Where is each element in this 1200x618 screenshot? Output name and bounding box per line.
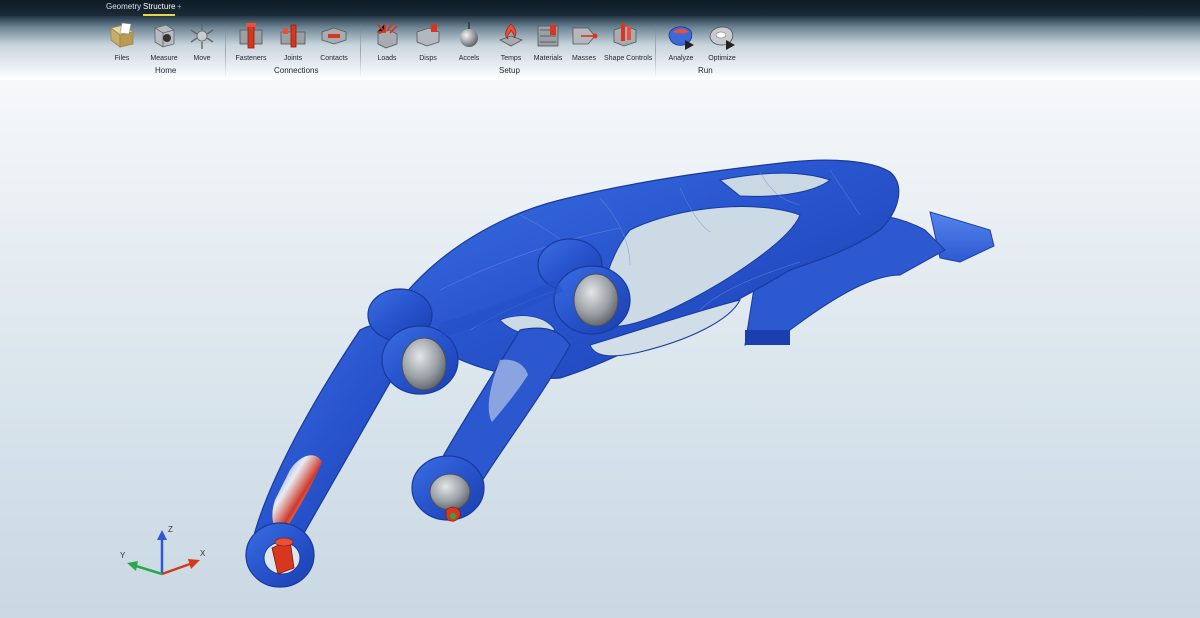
loads-icon	[376, 22, 398, 49]
materials-icon	[537, 25, 559, 47]
joints-label: Joints	[283, 55, 303, 62]
ribbon-separator	[225, 22, 226, 78]
loads-button[interactable]: Loads	[366, 20, 408, 62]
shape-controls-button[interactable]: Shape Controls	[604, 20, 653, 62]
move-button[interactable]: Move	[181, 20, 223, 62]
add-tab-button[interactable]: +	[177, 1, 182, 13]
model-viewport[interactable]: Z X Y	[0, 80, 1200, 618]
axis-triad: Z X Y	[120, 525, 206, 576]
app-window: Geometry Structure + Files Measure Move …	[0, 0, 1200, 618]
connections-group-label: Connections	[274, 66, 319, 75]
move-icon	[190, 23, 214, 49]
measure-icon	[154, 24, 175, 48]
shape-controls-label: Shape Controls	[604, 55, 653, 62]
home-group-label: Home	[155, 66, 177, 75]
fasteners-label: Fasteners	[235, 55, 267, 62]
optimize-icon	[709, 26, 735, 50]
joints-icon	[280, 24, 306, 48]
loads-label: Loads	[377, 55, 397, 62]
analyze-label: Analyze	[668, 55, 694, 62]
ribbon-separator	[360, 22, 361, 78]
temps-icon	[499, 23, 523, 47]
contacts-icon	[321, 27, 347, 45]
move-label: Move	[193, 55, 211, 62]
accels-button[interactable]: Accels	[448, 20, 490, 62]
tab-geometry[interactable]: Geometry	[106, 1, 141, 13]
axis-x-label: X	[200, 549, 206, 558]
shape-controls-icon	[613, 23, 637, 47]
setup-group-label: Setup	[499, 66, 520, 75]
analyze-button[interactable]: Analyze	[660, 20, 702, 62]
run-group-label: Run	[698, 66, 713, 75]
masses-icon	[572, 27, 598, 45]
contacts-label: Contacts	[320, 55, 348, 62]
disps-label: Disps	[419, 55, 437, 62]
tab-structure[interactable]: Structure	[143, 1, 176, 16]
temps-button[interactable]: Temps	[490, 20, 532, 62]
disps-button[interactable]: Disps	[407, 20, 449, 62]
ribbon-separator	[655, 22, 656, 78]
temps-label: Temps	[500, 55, 522, 62]
joints-button[interactable]: Joints	[272, 20, 314, 62]
contacts-button[interactable]: Contacts	[313, 20, 355, 62]
files-icon	[110, 22, 134, 48]
optimize-label: Optimize	[708, 55, 736, 62]
accels-icon	[460, 22, 478, 47]
axis-y-label: Y	[120, 551, 126, 560]
accels-label: Accels	[458, 55, 480, 62]
masses-label: Masses	[571, 55, 597, 62]
tab-bar: Geometry Structure +	[0, 0, 1200, 16]
measure-button[interactable]: Measure	[143, 20, 185, 62]
fasteners-icon	[239, 23, 263, 49]
ribbon-toolbar: Files Measure Move Home Fasteners Joints…	[0, 16, 1200, 80]
masses-button[interactable]: Masses	[563, 20, 605, 62]
analyze-icon	[668, 26, 694, 50]
optimize-button[interactable]: Optimize	[701, 20, 743, 62]
files-button[interactable]: Files	[101, 20, 143, 62]
axis-z-label: Z	[168, 525, 173, 534]
fasteners-button[interactable]: Fasteners	[230, 20, 272, 62]
files-label: Files	[114, 55, 130, 62]
measure-label: Measure	[150, 55, 178, 62]
disps-icon	[416, 24, 440, 47]
